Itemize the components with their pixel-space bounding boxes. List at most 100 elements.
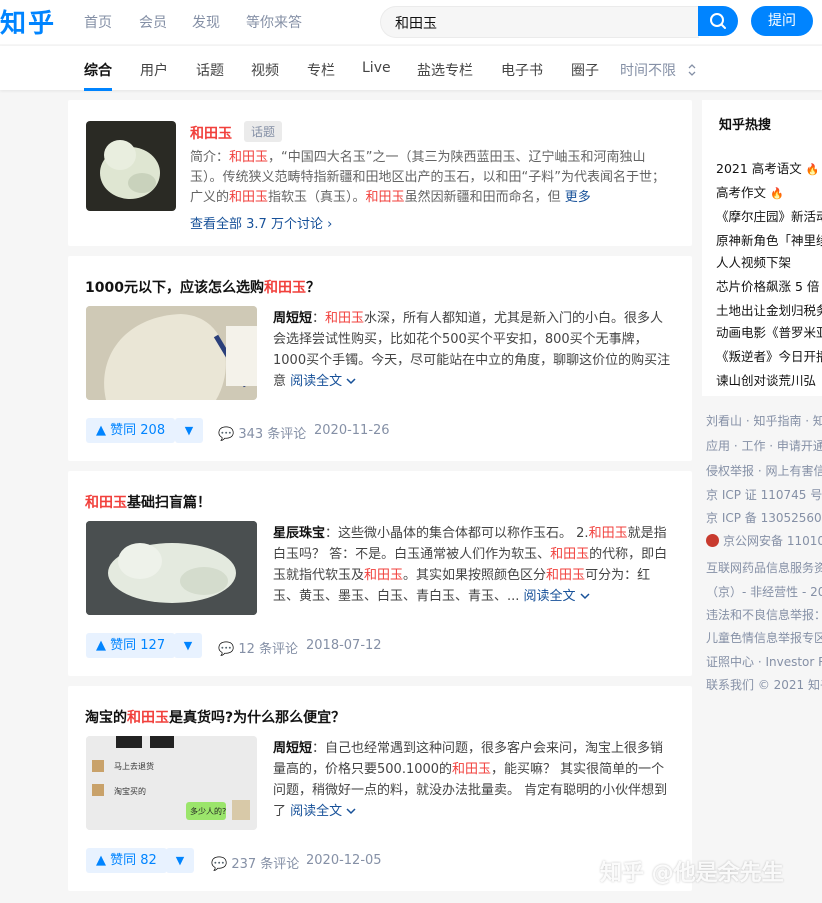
time-filter-select[interactable]: 时间不限 (620, 60, 698, 80)
result-card: 淘宝的和田玉是真货吗?为什么那么便宜？ 马上去退货 淘宝买的 多少人的? 周短短… (68, 686, 692, 891)
downvote-button[interactable]: ▼ (166, 848, 194, 873)
upvote-button[interactable]: ▲ 赞同 82 (86, 848, 167, 873)
chat-bubble-text: 淘宝买的 (114, 787, 146, 796)
jade-pendant-image (86, 306, 257, 400)
footer-illegal-report[interactable]: 违法和不良信息举报： (706, 606, 822, 623)
upvote-button[interactable]: ▲ 赞同 208 (86, 418, 176, 443)
hot-search-item[interactable]: 土地出让金划归税务 (716, 300, 822, 319)
result-title[interactable]: 和田玉基础扫盲篇！ (85, 492, 211, 512)
footer-non-commercial: （京）- 非经营性 - 20 (706, 585, 822, 599)
topic-description: 简介：和田玉，“中国四大名玉”之一（其三为陕西蓝田玉、辽宁岫玉和河南独山玉）。传… (190, 150, 665, 205)
footer-drug-info[interactable]: 互联网药品信息服务资 (706, 559, 822, 576)
hot-search-panel: 知乎热搜 2021 高考语文 🔥 高考作文 🔥 《摩尔庄园》新活动 原神新角色「… (702, 100, 822, 396)
comments-link[interactable]: 💬 343 条评论 (218, 423, 306, 442)
footer-child-report[interactable]: 儿童色情信息举报专区 (706, 629, 822, 646)
footer-icp-license[interactable]: 京 ICP 证 110745 号 (706, 486, 822, 503)
result-excerpt: 周短短：自己也经常遇到这种问题，很多客户会来问，淘宝上很多销量高的，价格只要50… (273, 741, 668, 819)
footer-certificates[interactable]: 证照中心 · Investor Re (706, 653, 822, 670)
footer-police-record[interactable]: 京公网安备 11010 (706, 532, 822, 549)
triangle-up-icon: ▲ (96, 853, 106, 868)
hot-search-title: 知乎热搜 (719, 118, 772, 133)
chevron-down-icon (580, 593, 590, 600)
hot-search-item[interactable]: 原神新角色「神里绫 (716, 230, 822, 249)
result-title[interactable]: 淘宝的和田玉是真货吗?为什么那么便宜？ (85, 707, 345, 727)
watermark: 知乎 @他是余先生 (600, 861, 784, 886)
search-tabs: 综合 用户 话题 视频 专栏 Live 盐选专栏 电子书 圈子 时间不限 (0, 46, 822, 91)
comment-icon: 💬 (211, 857, 228, 872)
search-icon (710, 13, 726, 29)
topic-thumbnail[interactable] (86, 121, 176, 211)
tab-circles[interactable]: 圈子 (571, 60, 599, 80)
search-button[interactable] (698, 6, 738, 36)
chat-bubble-text: 多少人的? (190, 807, 227, 816)
triangle-down-icon: ▼ (175, 854, 185, 867)
nav-discover[interactable]: 发现 (192, 12, 220, 32)
zhihu-logo[interactable]: 知乎 (0, 3, 56, 40)
nav-member[interactable]: 会员 (139, 12, 167, 32)
result-date: 2018-07-12 (306, 638, 382, 653)
read-more-link[interactable]: 阅读全文 (290, 374, 356, 389)
hot-search-item[interactable]: 动画电影《普罗米亚》 (716, 322, 822, 341)
tab-users[interactable]: 用户 (140, 60, 168, 80)
chevron-down-icon (346, 808, 356, 815)
footer-links[interactable]: 应用 · 工作 · 申请开通 (706, 437, 822, 454)
comment-icon: 💬 (218, 427, 235, 442)
result-date: 2020-12-05 (306, 853, 382, 868)
tab-all[interactable]: 综合 (84, 60, 112, 80)
downvote-button[interactable]: ▼ (175, 418, 203, 443)
hot-search-item[interactable]: 《摩尔庄园》新活动 (716, 206, 822, 225)
downvote-button[interactable]: ▼ (174, 633, 202, 658)
result-thumbnail[interactable] (86, 306, 257, 400)
result-title[interactable]: 1000元以下，应该怎么选购和田玉？ (85, 277, 320, 297)
nav-home[interactable]: 首页 (84, 12, 112, 32)
triangle-up-icon: ▲ (96, 423, 106, 438)
result-card: 和田玉基础扫盲篇！ 星辰珠宝：这些微小晶体的集合体都可以称作玉石。 2.和田玉就… (68, 471, 692, 676)
result-thumbnail[interactable]: 马上去退货 淘宝买的 多少人的? (86, 736, 257, 830)
view-all-discussions-link[interactable]: 查看全部 3.7 万个讨论 › (190, 213, 332, 232)
police-badge-icon (706, 534, 719, 547)
footer-icp-record[interactable]: 京 ICP 备 13052560 号 (706, 509, 822, 526)
hot-search-item[interactable]: 芯片价格飙涨 5 倍 (716, 276, 819, 295)
hot-search-item[interactable]: 2021 高考语文 🔥 (716, 158, 819, 177)
top-header: 知乎 首页 会员 发现 等你来答 和田玉 提问 (0, 0, 822, 44)
read-more-link[interactable]: 阅读全文 (290, 804, 356, 819)
chevron-down-icon (346, 378, 356, 385)
jade-image (100, 140, 160, 199)
hot-search-item[interactable]: 人人视频下架 (716, 252, 791, 271)
topic-tag: 话题 (244, 121, 283, 142)
result-excerpt: 周短短：和田玉水深，所有人都知道，尤其是新入门的小白。很多人会选择尝试性购买，比… (273, 311, 671, 389)
result-date: 2020-11-26 (314, 423, 390, 438)
tab-live[interactable]: Live (362, 60, 391, 76)
jade-carving-image (86, 521, 257, 615)
fire-icon: 🔥 (770, 187, 784, 200)
chat-bubble-text: 马上去退货 (114, 762, 154, 771)
triangle-down-icon: ▼ (183, 639, 193, 652)
triangle-up-icon: ▲ (96, 638, 106, 653)
footer-contact[interactable]: 联系我们 © 2021 知乎 (706, 676, 822, 693)
topic-more-link[interactable]: 更多 (565, 190, 591, 205)
comments-link[interactable]: 💬 237 条评论 (211, 853, 299, 872)
search-input[interactable]: 和田玉 (380, 6, 699, 38)
search-value: 和田玉 (395, 16, 437, 32)
tab-salt-columns[interactable]: 盐选专栏 (417, 60, 473, 80)
footer-links[interactable]: 刘看山 · 知乎指南 · 知乎 (706, 412, 822, 429)
topic-card: 和田玉 话题 简介：和田玉，“中国四大名玉”之一（其三为陕西蓝田玉、辽宁岫玉和河… (68, 100, 692, 246)
nav-waiting-answer[interactable]: 等你来答 (246, 12, 302, 32)
tab-videos[interactable]: 视频 (251, 60, 279, 80)
hot-search-item[interactable]: 高考作文 🔥 (716, 182, 784, 201)
result-thumbnail[interactable] (86, 521, 257, 615)
tab-topics[interactable]: 话题 (196, 60, 224, 80)
topic-title[interactable]: 和田玉 (190, 123, 232, 143)
hot-search-item[interactable]: 谏山创对谈荒川弘 (716, 370, 816, 389)
tab-ebooks[interactable]: 电子书 (501, 60, 543, 80)
comments-link[interactable]: 💬 12 条评论 (218, 638, 298, 657)
ask-button[interactable]: 提问 (751, 6, 813, 36)
read-more-link[interactable]: 阅读全文 (524, 589, 590, 604)
sort-arrows-icon (688, 64, 696, 76)
tab-columns[interactable]: 专栏 (307, 60, 335, 80)
result-card: 1000元以下，应该怎么选购和田玉？ 周短短：和田玉水深，所有人都知道，尤其是新… (68, 256, 692, 461)
active-tab-indicator (84, 88, 112, 91)
hot-search-item[interactable]: 《叛逆者》今日开播 (716, 346, 822, 365)
upvote-button[interactable]: ▲ 赞同 127 (86, 633, 176, 658)
footer-report[interactable]: 侵权举报 · 网上有害信息 (706, 462, 822, 479)
